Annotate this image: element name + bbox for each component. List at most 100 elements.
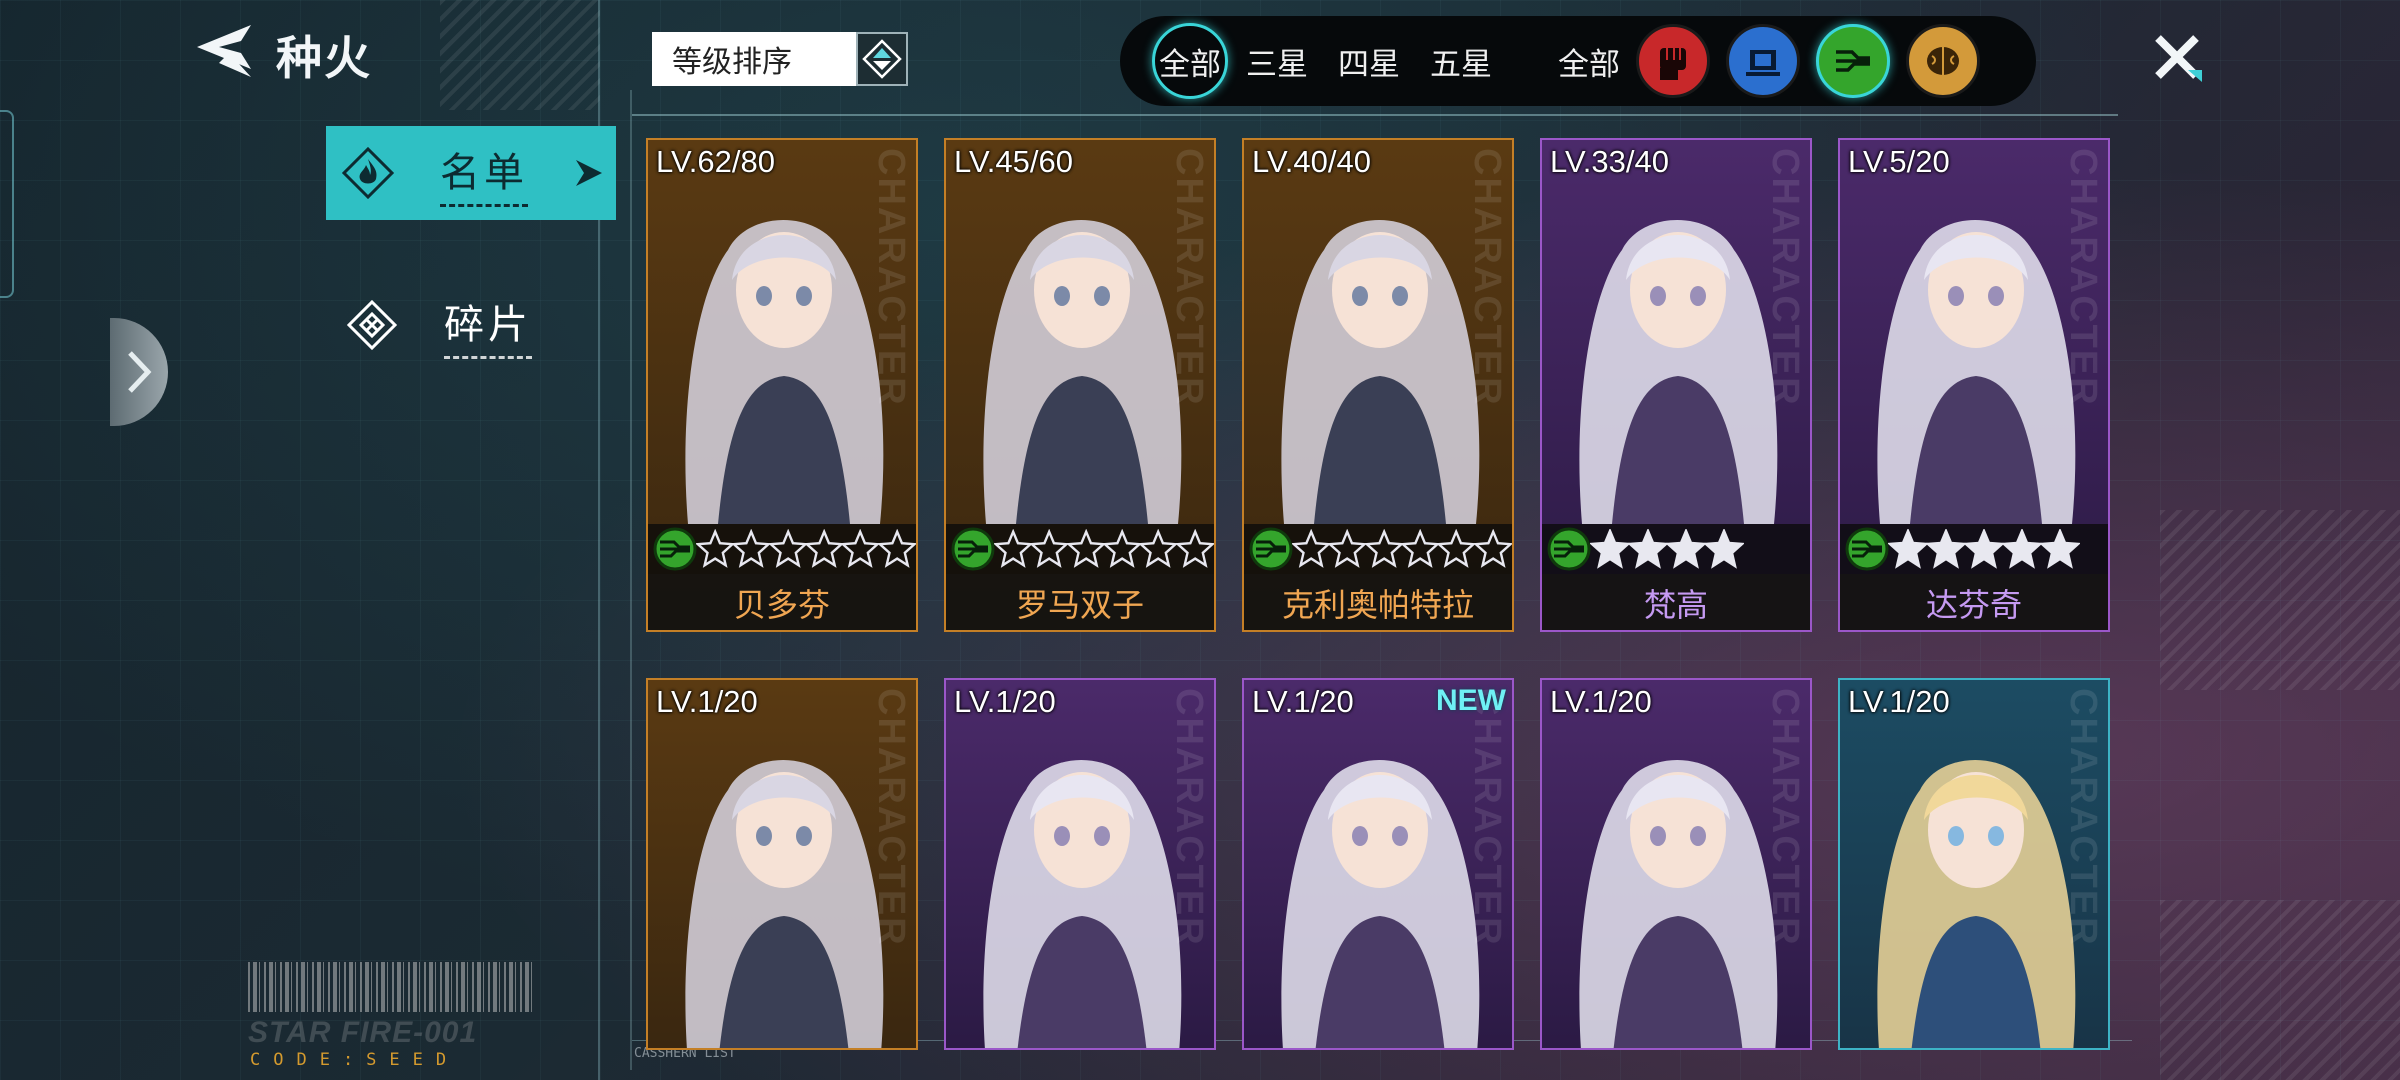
fist-icon <box>1660 48 1686 80</box>
character-card[interactable]: CHARACTER LV.40/40 克利奥帕特拉 <box>1242 138 1514 632</box>
character-card[interactable]: CHARACTER LV.5/20 达芬奇 <box>1838 138 2110 632</box>
rarity-star-icon <box>841 529 880 568</box>
flame-badge-icon <box>340 145 396 201</box>
character-name: 罗马双子 <box>946 574 1214 630</box>
character-card[interactable]: CHARACTER LV.45/60 罗马双子 <box>944 138 1216 632</box>
character-card[interactable]: CHARACTER LV.62/80 贝多芬 <box>646 138 918 632</box>
brain-icon <box>1927 47 1959 75</box>
back-button[interactable] <box>186 20 258 82</box>
rarity-star-icon <box>1364 529 1403 568</box>
sort-order-toggle[interactable] <box>856 32 908 86</box>
character-level: LV.1/20 <box>656 684 758 719</box>
sort-diamond-icon <box>862 39 902 79</box>
hatch-decoration <box>2160 900 2400 1080</box>
filter-rarity-3star[interactable]: 三星 <box>1246 39 1308 84</box>
code-seed-label: CODE:SEED <box>250 1050 460 1070</box>
tab-roster-label: 名单 <box>440 140 528 207</box>
filter-rarity-all[interactable]: 全部 <box>1152 23 1228 99</box>
rarity-star-icon <box>877 529 916 568</box>
card-watermark: CHARACTER <box>1466 688 1508 947</box>
expand-panel-button[interactable] <box>110 318 168 426</box>
card-watermark: CHARACTER <box>1168 148 1210 407</box>
character-card[interactable]: CHARACTER LV.33/40 梵高 <box>1540 138 1812 632</box>
card-stats-bar <box>946 524 1214 574</box>
circuit-element-icon <box>1845 527 1889 571</box>
rarity-star-icon <box>804 529 844 568</box>
rarity-star-icon <box>1666 529 1706 569</box>
filter-type-chip[interactable] <box>1726 24 1800 98</box>
tab-fragments-label: 碎片 <box>444 292 532 359</box>
rarity-star-icon <box>1888 529 1928 569</box>
circuit-element-icon <box>1249 527 1293 571</box>
rarity-star-icon <box>1400 529 1440 568</box>
new-badge: NEW <box>1436 684 1506 717</box>
filter-rarity-4star-label: 四星 <box>1338 46 1400 83</box>
rarity-star-icon <box>1704 529 1744 569</box>
card-watermark: CHARACTER <box>1466 148 1508 407</box>
sort-label: 等级排序 <box>672 45 792 80</box>
tab-fragments[interactable]: 碎片 <box>330 290 600 360</box>
chevron-right-icon <box>576 160 602 186</box>
character-level: LV.40/40 <box>1252 144 1371 179</box>
rarity-star-icon <box>1964 529 2004 569</box>
circuit-element-icon <box>951 527 995 571</box>
character-level: LV.5/20 <box>1848 144 1950 179</box>
filter-type-all[interactable]: 全部 <box>1558 39 1620 84</box>
rarity-star-icon <box>2040 529 2080 569</box>
card-stats-bar <box>1840 524 2108 574</box>
rarity-star-icon <box>1102 529 1142 568</box>
character-card[interactable]: CHARACTER LV.1/20 <box>944 678 1216 1050</box>
divider-line <box>630 90 632 1070</box>
character-name: 梵高 <box>1542 574 1810 630</box>
barcode-decoration <box>248 962 536 1012</box>
rarity-star-icon <box>1175 529 1214 568</box>
rarity-star-icon <box>1473 529 1512 568</box>
tab-roster[interactable]: 名单 <box>326 126 616 220</box>
character-card[interactable]: CHARACTER LV.1/20 <box>1540 678 1812 1050</box>
close-button[interactable] <box>2150 30 2204 84</box>
rarity-star-icon <box>1328 529 1367 568</box>
fragment-badge-icon <box>344 297 400 353</box>
card-watermark: CHARACTER <box>2062 688 2104 947</box>
rarity-star-icon <box>1437 529 1476 568</box>
filter-type-brain[interactable] <box>1906 24 1980 98</box>
character-card[interactable]: CHARACTER LV.1/20 NEW <box>1242 678 1514 1050</box>
card-watermark: CHARACTER <box>2062 148 2104 407</box>
character-level: LV.33/40 <box>1550 144 1669 179</box>
star-fire-label: STAR FIRE-001 <box>248 1016 478 1049</box>
filter-rarity-4star[interactable]: 四星 <box>1338 39 1400 84</box>
chip-icon <box>1746 50 1780 76</box>
rarity-star-icon <box>1628 529 1668 569</box>
card-watermark: CHARACTER <box>1764 148 1806 407</box>
filter-rarity-5star-label: 五星 <box>1430 46 1492 83</box>
filter-bar: 全部 三星 四星 五星 全部 <box>1120 16 2036 106</box>
character-level: LV.1/20 <box>1550 684 1652 719</box>
character-name: 克利奥帕特拉 <box>1244 574 1512 630</box>
rarity-star-icon <box>2002 529 2042 569</box>
filter-type-fist[interactable] <box>1636 24 1710 98</box>
character-card[interactable]: CHARACTER LV.1/20 <box>1838 678 2110 1050</box>
card-watermark: CHARACTER <box>870 688 912 947</box>
rarity-star-icon <box>994 529 1033 568</box>
character-level: LV.1/20 <box>1848 684 1950 719</box>
chevron-right-icon <box>128 351 152 393</box>
character-name: 达芬奇 <box>1840 574 2108 630</box>
filter-rarity-3star-label: 三星 <box>1246 46 1308 83</box>
hatch-decoration <box>2160 510 2400 690</box>
card-watermark: CHARACTER <box>1168 688 1210 947</box>
filter-type-circuit[interactable] <box>1816 24 1890 98</box>
panel-bracket-decoration <box>0 110 14 298</box>
back-arrow-icon <box>197 25 251 77</box>
character-name: 贝多芬 <box>648 574 916 630</box>
character-card[interactable]: CHARACTER LV.1/20 <box>646 678 918 1050</box>
card-stats-bar <box>1542 524 1810 574</box>
character-level: LV.1/20 <box>1252 684 1354 719</box>
rarity-star-icon <box>732 529 771 568</box>
rarity-star-icon <box>1926 529 1966 569</box>
character-level: LV.45/60 <box>954 144 1073 179</box>
divider-line <box>632 114 2118 116</box>
rarity-star-icon <box>768 529 807 568</box>
rarity-star-icon <box>1292 529 1331 568</box>
filter-rarity-5star[interactable]: 五星 <box>1430 39 1492 84</box>
card-stats-bar <box>1244 524 1512 574</box>
